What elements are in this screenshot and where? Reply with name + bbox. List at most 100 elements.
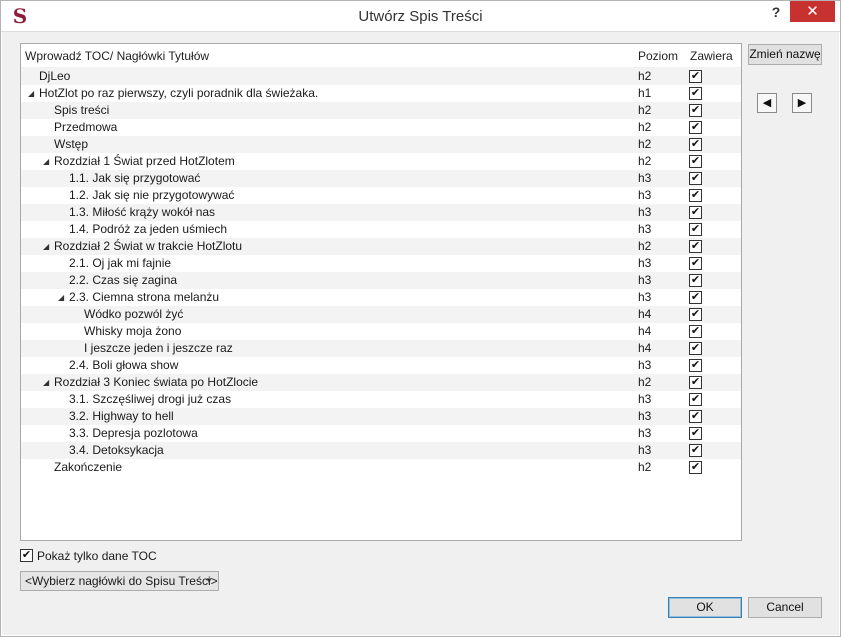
column-header-level[interactable]: Poziom	[638, 49, 678, 63]
tree-row[interactable]: 1.3. Miłość krąży wokół nas h3 ✔	[21, 204, 741, 221]
row-level: h2	[638, 154, 652, 168]
row-heading-label: Rozdział 3 Koniec świata po HotZlocie	[54, 375, 259, 389]
row-heading-label: 2.3. Ciemna strona melanżu	[69, 290, 220, 304]
row-heading-label: 3.3. Depresja pozlotowa	[69, 426, 198, 440]
row-heading-label: DjLeo	[39, 69, 71, 83]
tree-row[interactable]: I jeszcze jeden i jeszcze raz h4 ✔	[21, 340, 741, 357]
heading-select-value: <Wybierz nagłówki do Spisu Treści>	[25, 574, 218, 588]
close-button[interactable]: ✕	[790, 1, 835, 22]
tree-row[interactable]: 3.3. Depresja pozlotowa h3 ✔	[21, 425, 741, 442]
row-level: h3	[638, 273, 652, 287]
row-level: h2	[638, 103, 652, 117]
row-include-checkbox[interactable]: ✔	[689, 223, 702, 236]
row-heading-label: 3.2. Highway to hell	[69, 409, 174, 423]
column-header-include[interactable]: Zawiera	[690, 49, 733, 63]
tree-row[interactable]: ◢ 2.3. Ciemna strona melanżu h3 ✔	[21, 289, 741, 306]
tree-row[interactable]: Przedmowa h2 ✔	[21, 119, 741, 136]
row-level: h3	[638, 256, 652, 270]
tree-rows: DjLeo h2 ✔ ◢ HotZlot po raz pierwszy, czyli …	[21, 68, 741, 476]
arrow-left-icon: ◀	[762, 97, 772, 109]
row-include-checkbox[interactable]: ✔	[689, 393, 702, 406]
row-include-checkbox[interactable]: ✔	[689, 155, 702, 168]
row-heading-label: Whisky moja żono	[84, 324, 182, 338]
row-level: h4	[638, 341, 652, 355]
expanded-triangle-icon[interactable]: ◢	[58, 289, 68, 306]
row-heading-label: 2.4. Boli głowa show	[69, 358, 179, 372]
row-include-checkbox[interactable]: ✔	[689, 427, 702, 440]
row-heading-label: Wstęp	[54, 137, 89, 151]
tree-row[interactable]: 3.4. Detoksykacja h3 ✔	[21, 442, 741, 459]
row-heading-label: 1.2. Jak się nie przygotowywać	[69, 188, 235, 202]
row-include-checkbox[interactable]: ✔	[689, 308, 702, 321]
row-heading-label: Rozdział 1 Świat przed HotZlotem	[54, 154, 235, 168]
arrow-right-icon: ▶	[797, 97, 807, 109]
row-include-checkbox[interactable]: ✔	[689, 240, 702, 253]
tree-row[interactable]: DjLeo h2 ✔	[21, 68, 741, 85]
row-include-checkbox[interactable]: ✔	[689, 274, 702, 287]
show-toc-only-checkbox[interactable]: ✔	[20, 549, 33, 562]
row-include-checkbox[interactable]: ✔	[689, 325, 702, 338]
row-heading-label: 1.3. Miłość krąży wokół nas	[69, 205, 216, 219]
row-level: h2	[638, 69, 652, 83]
row-heading-label: Wódko pozwól żyć	[84, 307, 184, 321]
row-include-checkbox[interactable]: ✔	[689, 87, 702, 100]
demote-right-button[interactable]: ▶	[792, 93, 812, 113]
tree-row[interactable]: ◢ HotZlot po raz pierwszy, czyli poradnik…	[21, 85, 741, 102]
row-include-checkbox[interactable]: ✔	[689, 444, 702, 457]
row-include-checkbox[interactable]: ✔	[689, 410, 702, 423]
tree-row[interactable]: ◢ Rozdział 3 Koniec świata po HotZlocie h2…	[21, 374, 741, 391]
tree-row[interactable]: 1.1. Jak się przygotować h3 ✔	[21, 170, 741, 187]
row-include-checkbox[interactable]: ✔	[689, 189, 702, 202]
row-level: h2	[638, 375, 652, 389]
toc-tree[interactable]: Wprowadź TOC/ Nagłówki Tytułów Poziom Za…	[20, 43, 742, 541]
tree-row[interactable]: Spis treści h2 ✔	[21, 102, 741, 119]
expanded-triangle-icon[interactable]: ◢	[28, 85, 38, 102]
rename-button[interactable]: Zmień nazwę	[748, 44, 822, 65]
tree-row[interactable]: ◢ Rozdział 1 Świat przed HotZlotem h2 ✔	[21, 153, 741, 170]
column-header-headings[interactable]: Wprowadź TOC/ Nagłówki Tytułów	[25, 49, 209, 63]
row-include-checkbox[interactable]: ✔	[689, 291, 702, 304]
tree-row[interactable]: ◢ Rozdział 2 Świat w trakcie HotZlotu h2 ✔	[21, 238, 741, 255]
row-level: h3	[638, 188, 652, 202]
tree-row[interactable]: 2.2. Czas się zagina h3 ✔	[21, 272, 741, 289]
expanded-triangle-icon[interactable]: ◢	[43, 153, 53, 170]
row-level: h4	[638, 307, 652, 321]
tree-row[interactable]: 2.1. Oj jak mi fajnie h3 ✔	[21, 255, 741, 272]
row-include-checkbox[interactable]: ✔	[689, 376, 702, 389]
heading-select-dropdown[interactable]: <Wybierz nagłówki do Spisu Treści> ▼	[20, 571, 219, 591]
expanded-triangle-icon[interactable]: ◢	[43, 374, 53, 391]
tree-row[interactable]: Wódko pozwól żyć h4 ✔	[21, 306, 741, 323]
row-heading-label: 3.1. Szczęśliwej drogi już czas	[69, 392, 232, 406]
row-level: h3	[638, 222, 652, 236]
row-include-checkbox[interactable]: ✔	[689, 121, 702, 134]
row-include-checkbox[interactable]: ✔	[689, 172, 702, 185]
help-button[interactable]: ?	[761, 1, 791, 23]
row-include-checkbox[interactable]: ✔	[689, 104, 702, 117]
tree-header: Wprowadź TOC/ Nagłówki Tytułów Poziom Za…	[21, 44, 741, 68]
row-include-checkbox[interactable]: ✔	[689, 257, 702, 270]
create-toc-dialog: S Utwórz Spis Treści ? ✕ Wprowadź TOC/ N…	[0, 0, 841, 637]
cancel-button[interactable]: Cancel	[748, 597, 822, 618]
promote-left-button[interactable]: ◀	[757, 93, 777, 113]
row-include-checkbox[interactable]: ✔	[689, 206, 702, 219]
expanded-triangle-icon[interactable]: ◢	[43, 238, 53, 255]
row-level: h2	[638, 137, 652, 151]
tree-row[interactable]: 3.1. Szczęśliwej drogi już czas h3 ✔	[21, 391, 741, 408]
tree-row[interactable]: 1.4. Podróż za jeden uśmiech h3 ✔	[21, 221, 741, 238]
row-include-checkbox[interactable]: ✔	[689, 138, 702, 151]
tree-row[interactable]: 1.2. Jak się nie przygotowywać h3 ✔	[21, 187, 741, 204]
row-level: h3	[638, 205, 652, 219]
row-include-checkbox[interactable]: ✔	[689, 461, 702, 474]
title-bar: S Utwórz Spis Treści ? ✕	[1, 1, 840, 32]
row-heading-label: 1.1. Jak się przygotować	[69, 171, 201, 185]
ok-button[interactable]: OK	[668, 597, 742, 618]
tree-row[interactable]: 2.4. Boli głowa show h3 ✔	[21, 357, 741, 374]
tree-row[interactable]: Wstęp h2 ✔	[21, 136, 741, 153]
row-include-checkbox[interactable]: ✔	[689, 359, 702, 372]
row-include-checkbox[interactable]: ✔	[689, 70, 702, 83]
tree-row[interactable]: Zakończenie h2 ✔	[21, 459, 741, 476]
row-include-checkbox[interactable]: ✔	[689, 342, 702, 355]
tree-row[interactable]: Whisky moja żono h4 ✔	[21, 323, 741, 340]
tree-row[interactable]: 3.2. Highway to hell h3 ✔	[21, 408, 741, 425]
row-level: h2	[638, 239, 652, 253]
